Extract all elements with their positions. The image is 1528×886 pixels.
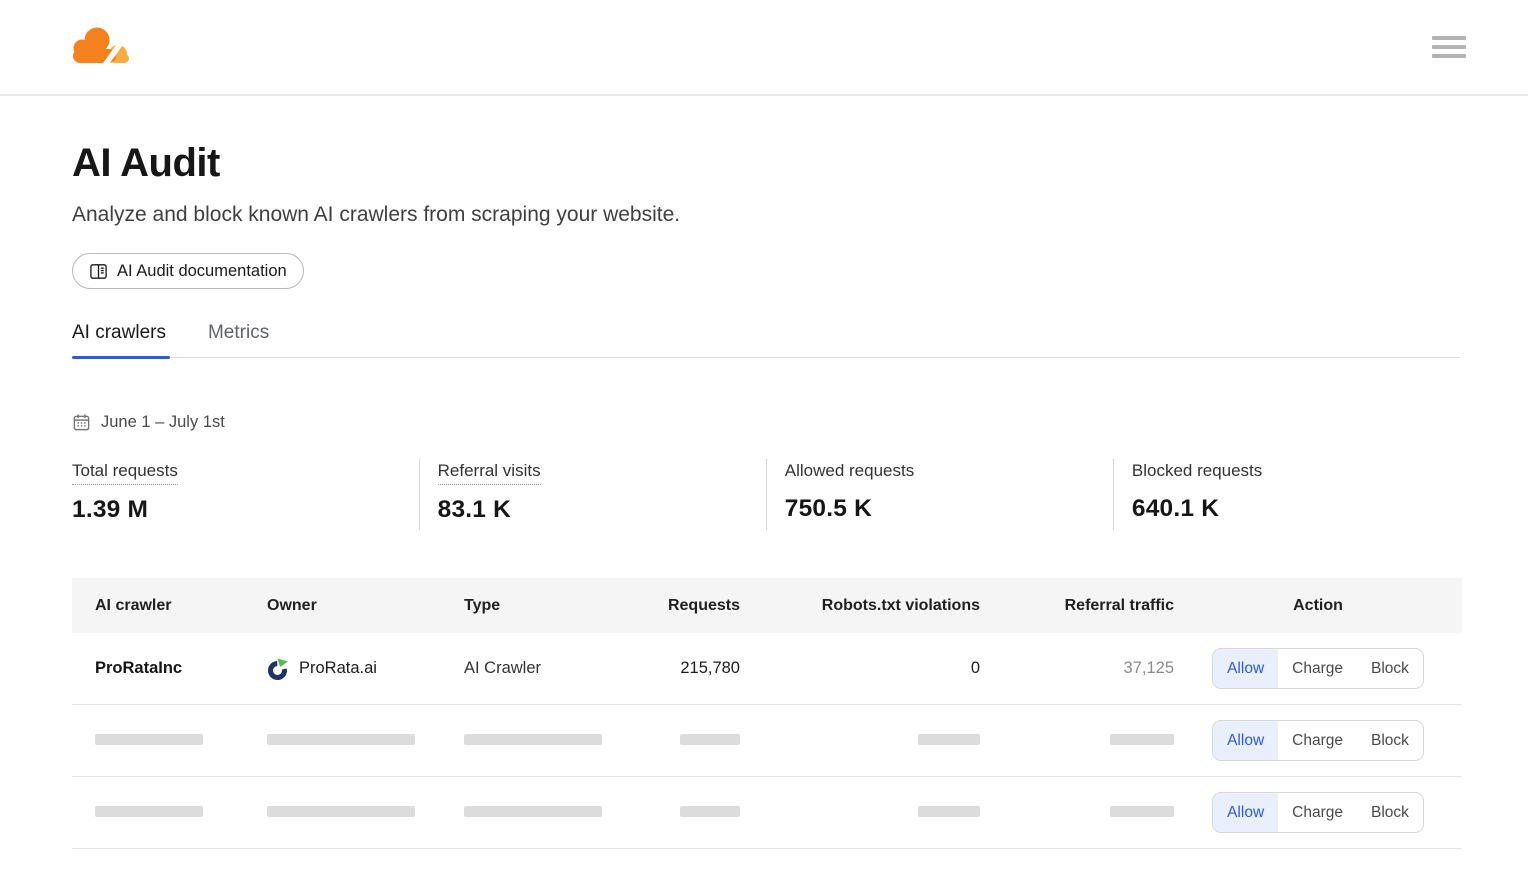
top-bar <box>0 0 1528 96</box>
block-button[interactable]: Block <box>1357 649 1423 688</box>
tab-bar: AI crawlers Metrics <box>72 322 1460 358</box>
crawler-type: AI Crawler <box>464 659 629 678</box>
action-button-group: Allow Charge Block <box>1212 648 1424 689</box>
stats-row: Total requests 1.39 M Referral visits 83… <box>72 459 1460 530</box>
hamburger-menu-icon[interactable] <box>1432 27 1466 67</box>
documentation-button[interactable]: AI Audit documentation <box>72 253 304 289</box>
skeleton-bar <box>1110 806 1174 817</box>
requests-value: 215,780 <box>629 659 740 678</box>
date-range[interactable]: June 1 – July 1st <box>72 413 1460 432</box>
stat-total-requests-value: 1.39 M <box>72 496 419 524</box>
skeleton-bar <box>95 806 203 817</box>
skeleton-bar <box>1110 734 1174 745</box>
column-header-action: Action <box>1174 597 1462 615</box>
stat-blocked-requests-value: 640.1 K <box>1132 495 1460 523</box>
table-row-skeleton: Allow Charge Block <box>72 705 1462 777</box>
allow-button[interactable]: Allow <box>1213 649 1278 688</box>
date-range-label: June 1 – July 1st <box>101 413 225 432</box>
stat-allowed-requests-label: Allowed requests <box>785 461 914 484</box>
skeleton-bar <box>680 734 740 745</box>
stat-allowed-requests-value: 750.5 K <box>785 495 1113 523</box>
page-title: AI Audit <box>72 141 1460 186</box>
block-button[interactable]: Block <box>1357 793 1423 832</box>
stat-blocked-requests: Blocked requests 640.1 K <box>1113 459 1460 530</box>
column-header-owner: Owner <box>267 597 464 615</box>
allow-button[interactable]: Allow <box>1213 793 1278 832</box>
column-header-ai-crawler: AI crawler <box>72 597 267 615</box>
charge-button[interactable]: Charge <box>1278 649 1357 688</box>
referral-traffic-value: 37,125 <box>980 659 1174 678</box>
stat-total-requests-label[interactable]: Total requests <box>72 461 178 485</box>
action-button-group: Allow Charge Block <box>1212 792 1424 833</box>
tab-ai-crawlers[interactable]: AI crawlers <box>72 322 170 357</box>
documentation-button-label: AI Audit documentation <box>117 262 287 281</box>
block-button[interactable]: Block <box>1357 721 1423 760</box>
crawlers-table: AI crawler Owner Type Requests Robots.tx… <box>72 578 1462 849</box>
stat-allowed-requests: Allowed requests 750.5 K <box>766 459 1113 530</box>
stat-total-requests: Total requests 1.39 M <box>72 459 419 530</box>
skeleton-bar <box>267 806 415 817</box>
owner-name: ProRata.ai <box>299 659 377 678</box>
robots-violations-value: 0 <box>740 659 980 678</box>
stat-blocked-requests-label: Blocked requests <box>1132 461 1262 484</box>
owner-cell: ProRata.ai <box>267 658 464 680</box>
column-header-referral-traffic: Referral traffic <box>980 597 1174 615</box>
table-row-proratainc: ProRataInc ProRata.ai AI Crawler 215,780… <box>72 633 1462 705</box>
main-content: AI Audit Analyze and block known AI craw… <box>0 141 1528 849</box>
prorata-logo-icon <box>267 658 289 680</box>
skeleton-bar <box>918 806 980 817</box>
allow-button[interactable]: Allow <box>1213 721 1278 760</box>
column-header-requests: Requests <box>629 597 740 615</box>
stat-referral-visits-label[interactable]: Referral visits <box>438 461 541 485</box>
skeleton-bar <box>95 734 203 745</box>
cloudflare-cloud-icon <box>70 24 134 70</box>
action-button-group: Allow Charge Block <box>1212 720 1424 761</box>
cloudflare-logo[interactable] <box>70 24 134 70</box>
stat-referral-visits-value: 83.1 K <box>438 496 766 524</box>
skeleton-bar <box>464 734 602 745</box>
charge-button[interactable]: Charge <box>1278 793 1357 832</box>
stat-referral-visits: Referral visits 83.1 K <box>419 459 766 530</box>
book-icon <box>89 262 108 281</box>
skeleton-bar <box>464 806 602 817</box>
skeleton-bar <box>267 734 415 745</box>
charge-button[interactable]: Charge <box>1278 721 1357 760</box>
tab-metrics[interactable]: Metrics <box>208 322 273 357</box>
column-header-robots-violations: Robots.txt violations <box>740 597 980 615</box>
page-subtitle: Analyze and block known AI crawlers from… <box>72 203 1460 227</box>
skeleton-bar <box>918 734 980 745</box>
table-row-skeleton: Allow Charge Block <box>72 777 1462 849</box>
crawler-name: ProRataInc <box>72 659 267 678</box>
table-header-row: AI crawler Owner Type Requests Robots.tx… <box>72 578 1462 633</box>
calendar-icon <box>72 413 91 432</box>
column-header-type: Type <box>464 597 629 615</box>
skeleton-bar <box>680 806 740 817</box>
